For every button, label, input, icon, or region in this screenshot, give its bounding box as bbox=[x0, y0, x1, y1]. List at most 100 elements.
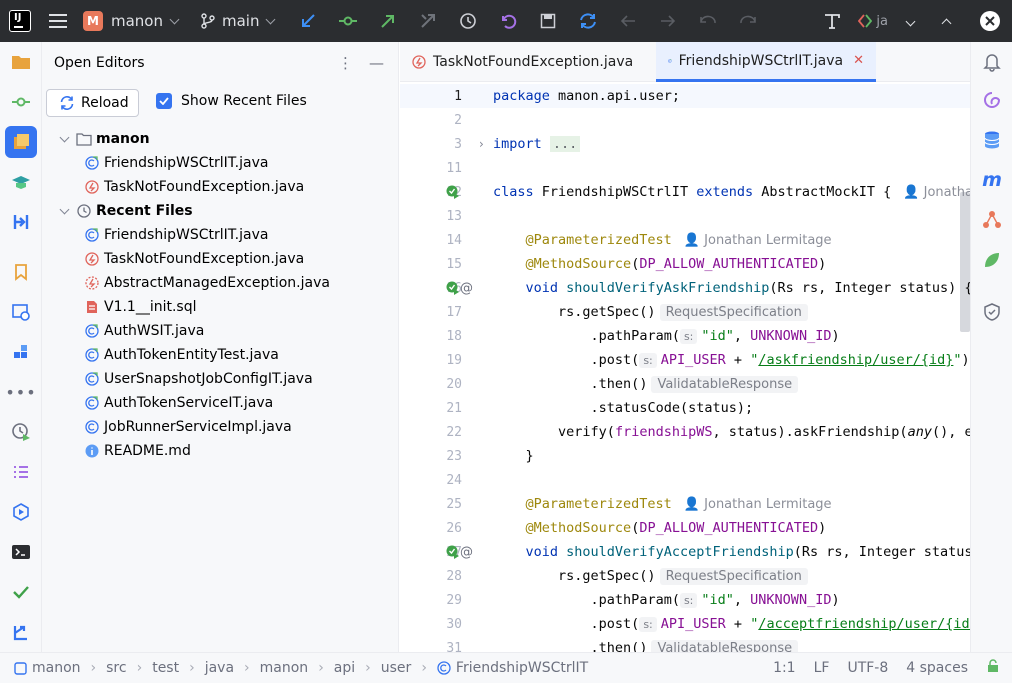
line-number: 19 bbox=[446, 352, 462, 368]
code-token: /acceptfriendship/user/{id} bbox=[758, 616, 970, 632]
breadcrumb-item[interactable]: manon › bbox=[14, 660, 106, 676]
tree-file-row[interactable]: JobRunnerServiceImpl.java bbox=[84, 415, 292, 439]
history-icon[interactable] bbox=[448, 0, 488, 42]
ai-assistant-icon[interactable] bbox=[980, 88, 1004, 112]
tree-file-row[interactable]: AbstractManagedException.java bbox=[84, 271, 330, 295]
database-icon[interactable] bbox=[980, 128, 1004, 152]
line-number: 29 bbox=[446, 592, 462, 608]
graph-icon[interactable] bbox=[980, 208, 1004, 232]
project-tool-button[interactable] bbox=[5, 46, 37, 78]
tree-file-row[interactable]: FriendshipWSCtrlIT.java bbox=[84, 151, 268, 175]
plugins-tool-button[interactable] bbox=[5, 336, 37, 368]
intellij-logo-icon[interactable]: IJ bbox=[9, 10, 31, 32]
breadcrumb-item[interactable]: java › bbox=[205, 660, 260, 676]
save-all-icon[interactable] bbox=[528, 0, 568, 42]
expand-arrow-icon[interactable] bbox=[56, 131, 72, 147]
tree-group-manon[interactable]: manon bbox=[56, 127, 150, 151]
close-tab-icon[interactable]: ✕ bbox=[853, 53, 864, 68]
more-options-icon[interactable]: ⋮ bbox=[338, 54, 353, 72]
endpoints-tool-button[interactable] bbox=[5, 496, 37, 528]
project-selector[interactable]: M manon bbox=[83, 11, 180, 31]
run-test-icon[interactable] bbox=[446, 185, 460, 199]
redo-icon[interactable] bbox=[728, 0, 768, 42]
back-icon[interactable] bbox=[608, 0, 648, 42]
tree-file-row[interactable]: FriendshipWSCtrlIT.java bbox=[84, 223, 268, 247]
rollback-icon[interactable] bbox=[488, 0, 528, 42]
tree-file-row[interactable]: AuthWSIT.java bbox=[84, 319, 204, 343]
test-class-icon bbox=[84, 371, 100, 387]
merge-icon[interactable] bbox=[408, 0, 448, 42]
learn-tool-button[interactable] bbox=[5, 166, 37, 198]
breadcrumb-item[interactable]: manon › bbox=[260, 660, 334, 676]
run-config-selector[interactable]: ja bbox=[852, 0, 894, 42]
file-encoding[interactable]: UTF-8 bbox=[847, 660, 888, 676]
breadcrumb-item[interactable]: src › bbox=[106, 660, 152, 676]
info-file-icon bbox=[84, 443, 100, 459]
forward-icon[interactable] bbox=[648, 0, 688, 42]
vcs-update-icon[interactable] bbox=[288, 0, 328, 42]
notifications-icon[interactable] bbox=[980, 50, 1004, 74]
font-icon[interactable] bbox=[812, 0, 852, 42]
test-class-icon bbox=[84, 227, 100, 243]
breadcrumb-item[interactable]: user › bbox=[381, 660, 437, 676]
tree-group-recent-files[interactable]: Recent Files bbox=[56, 199, 193, 223]
tab-task-not-found-exception[interactable]: TaskNotFoundException.java bbox=[400, 42, 645, 82]
file-name: FriendshipWSCtrlIT.java bbox=[104, 155, 269, 171]
clock-icon bbox=[76, 203, 92, 219]
services-tool-button[interactable] bbox=[5, 296, 37, 328]
cursor-position[interactable]: 1:1 bbox=[773, 660, 796, 676]
structure-tool-button[interactable] bbox=[5, 206, 37, 238]
breadcrumb-item[interactable]: test › bbox=[152, 660, 205, 676]
line-number: 15 bbox=[446, 256, 462, 272]
code-token: .pathParam( bbox=[590, 592, 680, 608]
spring-icon[interactable] bbox=[980, 248, 1004, 272]
more-tools-icon[interactable]: ••• bbox=[5, 376, 37, 408]
expand-arrow-icon[interactable] bbox=[56, 203, 72, 219]
editor-tabs: TaskNotFoundException.java FriendshipWSC… bbox=[400, 42, 970, 82]
run-test-icon[interactable] bbox=[446, 281, 460, 295]
sync-icon[interactable] bbox=[568, 0, 608, 42]
fold-expand-icon[interactable]: › bbox=[479, 137, 484, 151]
annotation-gutter-icon[interactable]: @ bbox=[460, 281, 473, 296]
branch-selector[interactable]: main bbox=[200, 12, 276, 30]
undo-icon[interactable] bbox=[688, 0, 728, 42]
chevron-up-icon[interactable] bbox=[926, 0, 966, 42]
open-editors-tool-button[interactable] bbox=[5, 126, 37, 158]
tree-file-row[interactable]: TaskNotFoundException.java bbox=[84, 175, 304, 199]
maven-icon[interactable]: m bbox=[980, 168, 1004, 192]
problems-tool-button[interactable] bbox=[5, 576, 37, 608]
folded-imports[interactable]: ... bbox=[549, 136, 581, 152]
git-tool-button[interactable] bbox=[5, 616, 37, 648]
run-test-icon[interactable] bbox=[446, 545, 460, 559]
title-bar: IJ M manon main ja bbox=[0, 0, 1012, 42]
run-coverage-tool-button[interactable] bbox=[5, 416, 37, 448]
code-editor[interactable]: 6 1 package manon.api.user; 2 3 › import… bbox=[400, 82, 970, 652]
vcs-push-icon[interactable] bbox=[368, 0, 408, 42]
chevron-down-icon[interactable] bbox=[894, 0, 926, 42]
close-window-button[interactable] bbox=[980, 11, 1000, 31]
indent-setting[interactable]: 4 spaces bbox=[906, 660, 968, 676]
tree-file-row[interactable]: UserSnapshotJobConfigIT.java bbox=[84, 367, 313, 391]
breadcrumb-item[interactable]: api › bbox=[334, 660, 381, 676]
vcs-commit-icon[interactable] bbox=[328, 0, 368, 42]
line-separator[interactable]: LF bbox=[814, 660, 830, 676]
open-editors-panel: Open Editors ⋮ — Reload Show Recent File… bbox=[42, 42, 399, 652]
breadcrumb-item[interactable]: FriendshipWSCtrlIT bbox=[437, 660, 588, 676]
annotation-gutter-icon[interactable]: @ bbox=[460, 545, 473, 560]
commit-tool-button[interactable] bbox=[5, 86, 37, 118]
unlock-icon[interactable] bbox=[986, 659, 1000, 677]
tree-file-row[interactable]: TaskNotFoundException.java bbox=[84, 247, 304, 271]
tree-file-row[interactable]: README.md bbox=[84, 439, 191, 463]
show-recent-files-checkbox[interactable]: Show Recent Files bbox=[156, 93, 307, 109]
tree-file-row[interactable]: V1.1__init.sql bbox=[84, 295, 197, 319]
tree-file-row[interactable]: AuthTokenEntityTest.java bbox=[84, 343, 279, 367]
todo-tool-button[interactable] bbox=[5, 456, 37, 488]
reload-button[interactable]: Reload bbox=[46, 89, 139, 117]
tab-friendship-ws-ctrl-it[interactable]: FriendshipWSCtrlIT.java ✕ bbox=[656, 42, 876, 82]
minimize-icon[interactable]: — bbox=[369, 54, 384, 72]
tree-file-row[interactable]: AuthTokenServiceIT.java bbox=[84, 391, 273, 415]
bookmarks-tool-button[interactable] bbox=[5, 256, 37, 288]
main-menu-icon[interactable] bbox=[49, 14, 67, 28]
shield-icon[interactable] bbox=[980, 300, 1004, 324]
terminal-tool-button[interactable] bbox=[5, 536, 37, 568]
